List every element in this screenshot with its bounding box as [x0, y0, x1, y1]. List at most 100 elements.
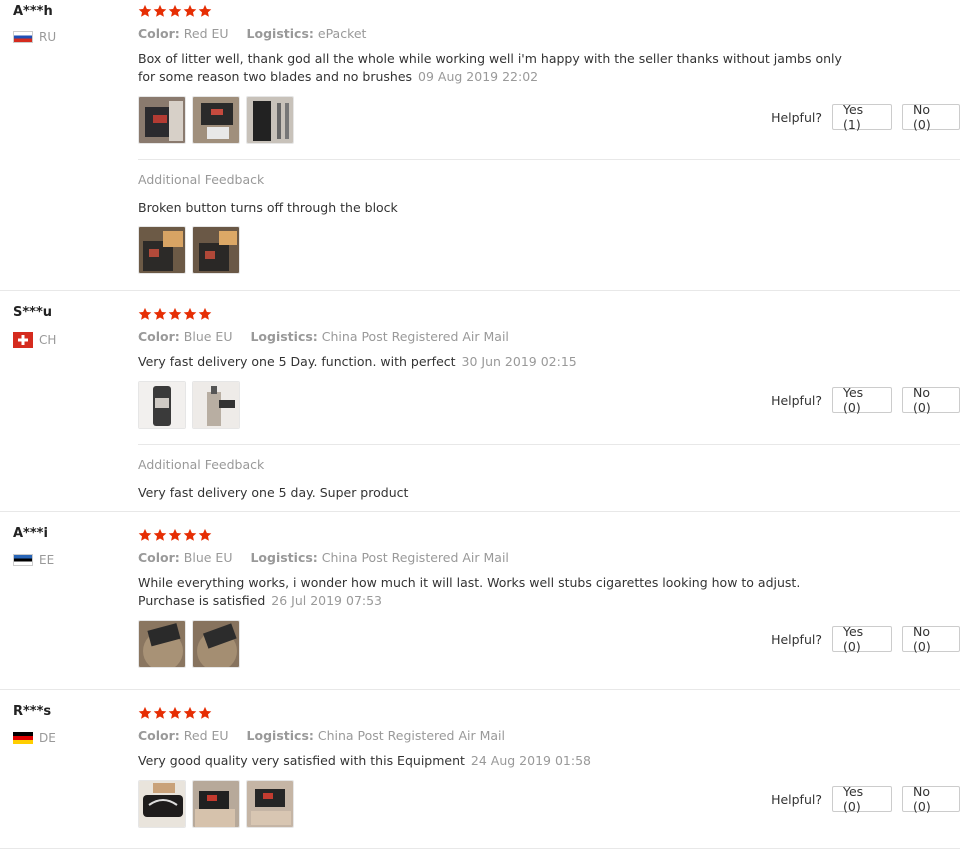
germany-flag-icon: [13, 732, 33, 744]
review-date: 26 Jul 2019 07:53: [271, 593, 383, 608]
star-icon: [153, 307, 167, 320]
star-icon: [183, 4, 197, 17]
star-rating: [138, 307, 212, 321]
logistics-label: Logistics:: [246, 728, 314, 743]
star-icon: [168, 4, 182, 17]
divider: [138, 444, 960, 445]
reviewer-name: A***i: [13, 526, 48, 541]
logistics-value: ePacket: [317, 26, 367, 41]
helpful-vote: Helpful? Yes (0) No (0): [771, 624, 960, 654]
review-date: 30 Jun 2019 02:15: [461, 354, 577, 369]
helpful-vote: Helpful? Yes (0) No (0): [771, 385, 960, 415]
helpful-label: Helpful?: [771, 791, 822, 807]
review-text: Box of litter well, thank god all the wh…: [138, 50, 858, 86]
logistics-label: Logistics:: [250, 550, 318, 565]
color-label: Color:: [138, 26, 180, 41]
review-photos: [138, 381, 240, 429]
helpful-yes-button[interactable]: Yes (1): [832, 102, 892, 132]
country-code: CH: [39, 333, 57, 347]
star-icon: [198, 307, 212, 320]
additional-feedback-heading: Additional Feedback: [138, 172, 265, 187]
logistics-label: Logistics:: [250, 329, 318, 344]
review-photo-thumbnail[interactable]: [246, 780, 294, 828]
review-body: Very good quality very satisfied with th…: [138, 753, 465, 768]
additional-photos: [138, 226, 240, 274]
color-value: Red EU: [183, 728, 229, 743]
reviewer-name: A***h: [13, 4, 53, 19]
review-item: R***s DE Color: Red EU Logistics: China …: [0, 690, 960, 850]
additional-feedback-text: Very fast delivery one 5 day. Super prod…: [138, 485, 409, 500]
review-text: Very good quality very satisfied with th…: [138, 752, 858, 770]
review-divider: [0, 848, 960, 849]
helpful-yes-button[interactable]: Yes (0): [832, 784, 892, 814]
helpful-no-button[interactable]: No (0): [902, 624, 960, 654]
star-icon: [198, 706, 212, 719]
star-rating: [138, 528, 212, 542]
helpful-label: Helpful?: [771, 109, 822, 125]
review-photo-thumbnail[interactable]: [192, 96, 240, 144]
star-icon: [138, 4, 152, 17]
review-photo-thumbnail[interactable]: [138, 780, 186, 828]
review-photo-thumbnail[interactable]: [138, 381, 186, 429]
review-photos: [138, 780, 294, 828]
helpful-no-button[interactable]: No (0): [902, 102, 960, 132]
star-rating: [138, 4, 212, 18]
review-date: 24 Aug 2019 01:58: [470, 753, 591, 768]
star-icon: [198, 528, 212, 541]
review-text: Very fast delivery one 5 Day. function. …: [138, 353, 858, 371]
star-icon: [138, 528, 152, 541]
color-value: Blue EU: [183, 329, 233, 344]
product-attributes: Color: Red EU Logistics: China Post Regi…: [138, 728, 505, 744]
star-icon: [138, 706, 152, 719]
helpful-yes-button[interactable]: Yes (0): [832, 385, 892, 415]
star-icon: [183, 307, 197, 320]
helpful-yes-button[interactable]: Yes (0): [832, 624, 892, 654]
star-icon: [183, 528, 197, 541]
logistics-value: China Post Registered Air Mail: [317, 728, 505, 743]
review-photo-thumbnail[interactable]: [138, 620, 186, 668]
helpful-label: Helpful?: [771, 631, 822, 647]
country-code: RU: [39, 30, 57, 44]
review-item: S***u CH Color: Blue EU Logistics: China…: [0, 291, 960, 512]
star-icon: [153, 4, 167, 17]
color-label: Color:: [138, 329, 180, 344]
star-icon: [153, 706, 167, 719]
color-label: Color:: [138, 550, 180, 565]
russia-flag-icon: [13, 31, 33, 43]
helpful-vote: Helpful? Yes (1) No (0): [771, 102, 960, 132]
review-photo-thumbnail[interactable]: [192, 780, 240, 828]
reviewer-country: EE: [13, 553, 54, 567]
estonia-flag-icon: [13, 554, 33, 566]
review-photo-thumbnail[interactable]: [192, 226, 240, 274]
helpful-no-button[interactable]: No (0): [902, 784, 960, 814]
reviewer-country: DE: [13, 731, 56, 745]
star-icon: [168, 528, 182, 541]
divider: [138, 159, 960, 160]
reviewer-country: RU: [13, 30, 56, 44]
helpful-vote: Helpful? Yes (0) No (0): [771, 784, 960, 814]
review-photo-thumbnail[interactable]: [192, 620, 240, 668]
star-rating: [138, 706, 212, 720]
review-photo-thumbnail[interactable]: [192, 381, 240, 429]
logistics-value: China Post Registered Air Mail: [321, 550, 509, 565]
product-attributes: Color: Blue EU Logistics: China Post Reg…: [138, 550, 509, 566]
star-icon: [153, 528, 167, 541]
helpful-no-button[interactable]: No (0): [902, 385, 960, 415]
review-body: Very fast delivery one 5 Day. function. …: [138, 354, 456, 369]
color-label: Color:: [138, 728, 180, 743]
review-photos: [138, 96, 294, 144]
review-photo-thumbnail[interactable]: [246, 96, 294, 144]
star-icon: [198, 4, 212, 17]
star-icon: [183, 706, 197, 719]
additional-feedback-text: Broken button turns off through the bloc…: [138, 200, 398, 215]
review-photo-thumbnail[interactable]: [138, 96, 186, 144]
star-icon: [168, 307, 182, 320]
country-code: EE: [39, 553, 55, 567]
review-item: A***i EE Color: Blue EU Logistics: China…: [0, 512, 960, 690]
color-value: Red EU: [183, 26, 229, 41]
reviewer-name: R***s: [13, 704, 52, 719]
color-value: Blue EU: [183, 550, 233, 565]
star-icon: [138, 307, 152, 320]
reviewer-name: S***u: [13, 305, 53, 320]
review-photo-thumbnail[interactable]: [138, 226, 186, 274]
